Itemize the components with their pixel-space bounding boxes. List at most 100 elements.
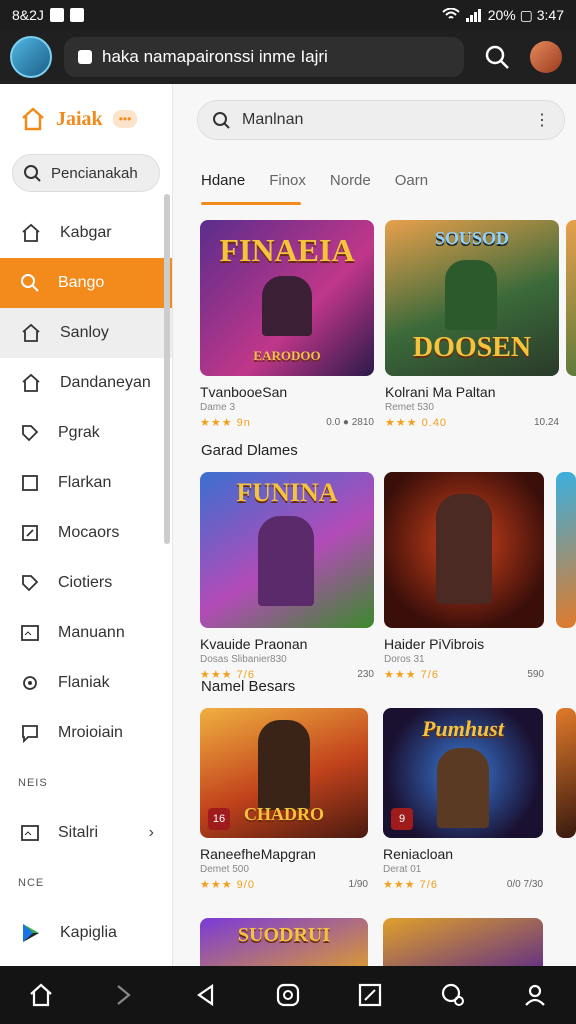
game-card[interactable] — [383, 918, 543, 966]
avatar[interactable] — [10, 36, 52, 78]
search-placeholder: Manlnan — [242, 111, 304, 128]
tag-icon — [20, 573, 40, 593]
sidebar-item-6[interactable]: Mocaors — [0, 508, 172, 558]
game-card[interactable]: Haider PiVibrois Doros 31 ★★★ 7/6 590 — [384, 472, 544, 681]
game-subtitle: Demet 500 — [200, 864, 249, 875]
play-store-icon — [23, 924, 39, 942]
sidebar-item-label: Sanloy — [60, 324, 109, 341]
game-card[interactable]: SUODRUI — [200, 918, 368, 966]
rating: ★★★ 7/6 — [384, 669, 439, 681]
forward-icon[interactable] — [109, 981, 137, 1009]
search-icon[interactable] — [484, 44, 510, 70]
brand[interactable]: Jaiak ••• — [0, 84, 172, 154]
tab-home[interactable]: Hdane — [201, 172, 245, 189]
sidebar-item-5[interactable]: Flarkan — [0, 458, 172, 508]
edit-icon[interactable] — [356, 981, 384, 1009]
sidebar-item-9[interactable]: Flaniak — [0, 658, 172, 708]
sidebar-item-8[interactable]: Manuann — [0, 608, 172, 658]
game-card[interactable]: FUNINA Kvauide Praonan Dosas Slibanier83… — [200, 472, 374, 681]
brand-badge[interactable]: ••• — [112, 110, 138, 128]
sidebar-item-10[interactable]: Mroioiain — [0, 708, 172, 758]
profile-icon[interactable] — [521, 981, 549, 1009]
hero-figure — [262, 276, 312, 336]
url-field[interactable]: haka namapaironssi inme Iajri — [64, 37, 464, 77]
home-icon — [20, 222, 42, 244]
sidebar-item-label: Ciotiers — [58, 574, 113, 591]
game-thumbnail: Pumhust 9 — [383, 708, 543, 838]
tab-3[interactable]: Norde — [330, 172, 371, 189]
game-subtitle: Dame 3 — [200, 402, 236, 413]
search-icon — [24, 165, 41, 182]
home-circle-icon[interactable] — [274, 981, 302, 1009]
rating: ★★★ 7/6 — [383, 879, 438, 891]
game-thumbnail — [384, 472, 544, 628]
brand-name: Jaiak — [56, 107, 103, 130]
tab-4[interactable]: Oarn — [395, 172, 428, 189]
sidebar-item-label: Mocaors — [58, 524, 120, 541]
game-card-partial[interactable] — [556, 472, 576, 628]
signal-icon — [465, 9, 481, 22]
sidebar-item-7[interactable]: Ciotiers — [0, 558, 172, 608]
url-text: haka namapaironssi inme Iajri — [102, 47, 328, 66]
game-thumbnail — [383, 918, 543, 966]
game-subtitle: Derat 01 — [383, 864, 422, 875]
profile-avatar[interactable] — [530, 41, 562, 73]
sidebar-item-label: Flaniak — [58, 674, 110, 691]
game-stat: 590 — [527, 669, 544, 680]
main-search-input[interactable]: Manlnan ⋮ — [197, 100, 565, 140]
battery-time: 20% ▢ 3:47 — [487, 6, 564, 23]
game-subtitle: Doros 31 — [384, 654, 425, 665]
search-people-icon[interactable] — [439, 981, 467, 1009]
game-thumbnail — [556, 472, 576, 628]
sidebar-search[interactable]: Pencianakah — [12, 154, 160, 192]
age-badge: 9 — [391, 808, 413, 830]
sidebar-item-store[interactable]: Kapiglia — [0, 908, 172, 958]
game-subtitle: Dosas Slibanier830 — [200, 654, 287, 665]
scrollbar[interactable] — [164, 194, 170, 544]
art-title: FINAEIA — [219, 232, 355, 268]
game-thumbnail: FUNINA — [200, 472, 374, 628]
sidebar-item-1[interactable]: Bango — [0, 258, 172, 308]
sidebar-item-0[interactable]: Kabgar — [0, 208, 172, 258]
game-card[interactable]: SOUSOD DOOSEN Kolrani Ma Paltan Remet 53… — [385, 220, 559, 429]
game-thumbnail: FINAEIA EARODOO — [200, 220, 374, 376]
game-card-partial[interactable] — [556, 708, 576, 838]
sidebar-item-label: Manuann — [58, 624, 125, 641]
tab-2[interactable]: Finox — [269, 172, 306, 189]
game-title: Reniacloan — [383, 846, 454, 862]
sidebar-item-4[interactable]: Pgrak — [0, 408, 172, 458]
more-icon[interactable]: ⋮ — [534, 110, 550, 130]
main-content: Manlnan ⋮ Hdane Finox Norde Oarn FINAEIA… — [173, 84, 576, 966]
chat-icon — [20, 723, 40, 743]
sidebar-item-2[interactable]: Sanloy — [0, 308, 172, 358]
sidebar-item-3[interactable]: Dandaneyan — [0, 358, 172, 408]
home-icon[interactable] — [27, 981, 55, 1009]
sidebar-item-label: Dandaneyan — [60, 374, 151, 391]
image-icon — [20, 623, 40, 643]
game-stat: 0/0 7/30 — [506, 879, 543, 890]
game-thumbnail: CHADRO 16 — [200, 708, 368, 838]
sidebar-item-label: Sitalri — [58, 824, 99, 841]
wifi-icon — [442, 8, 460, 19]
art-title: SUODRUI — [237, 924, 331, 946]
game-title: Kvauide Praonan — [200, 636, 308, 652]
hero-figure — [258, 720, 310, 810]
tag-icon — [20, 423, 40, 443]
game-stat: 10.24 — [533, 417, 559, 428]
game-card[interactable]: FINAEIA EARODOO TvanbooeSan Dame 3 ★★★ 9… — [200, 220, 374, 429]
sidebar-item-settings[interactable]: Sitalri › — [0, 808, 172, 858]
art-title: FUNINA — [236, 478, 338, 507]
game-thumbnail: SOUSOD DOOSEN — [385, 220, 559, 376]
rating: ★★★ 0.40 — [385, 417, 448, 429]
lock-icon — [78, 50, 92, 64]
sidebar-item-label: Kapiglia — [60, 924, 117, 941]
game-card[interactable]: CHADRO 16 RaneefheMapgran Demet 500 ★★★ … — [200, 708, 368, 891]
notification-icon — [49, 8, 64, 22]
back-icon[interactable] — [192, 981, 220, 1009]
game-card-partial[interactable] — [566, 220, 576, 376]
home-icon — [20, 372, 42, 394]
square-icon — [20, 473, 40, 493]
home-icon — [20, 322, 42, 344]
game-card[interactable]: Pumhust 9 Reniacloan Derat 01 ★★★ 7/6 0/0… — [383, 708, 543, 891]
sidebar-item-label: Kabgar — [60, 224, 112, 241]
